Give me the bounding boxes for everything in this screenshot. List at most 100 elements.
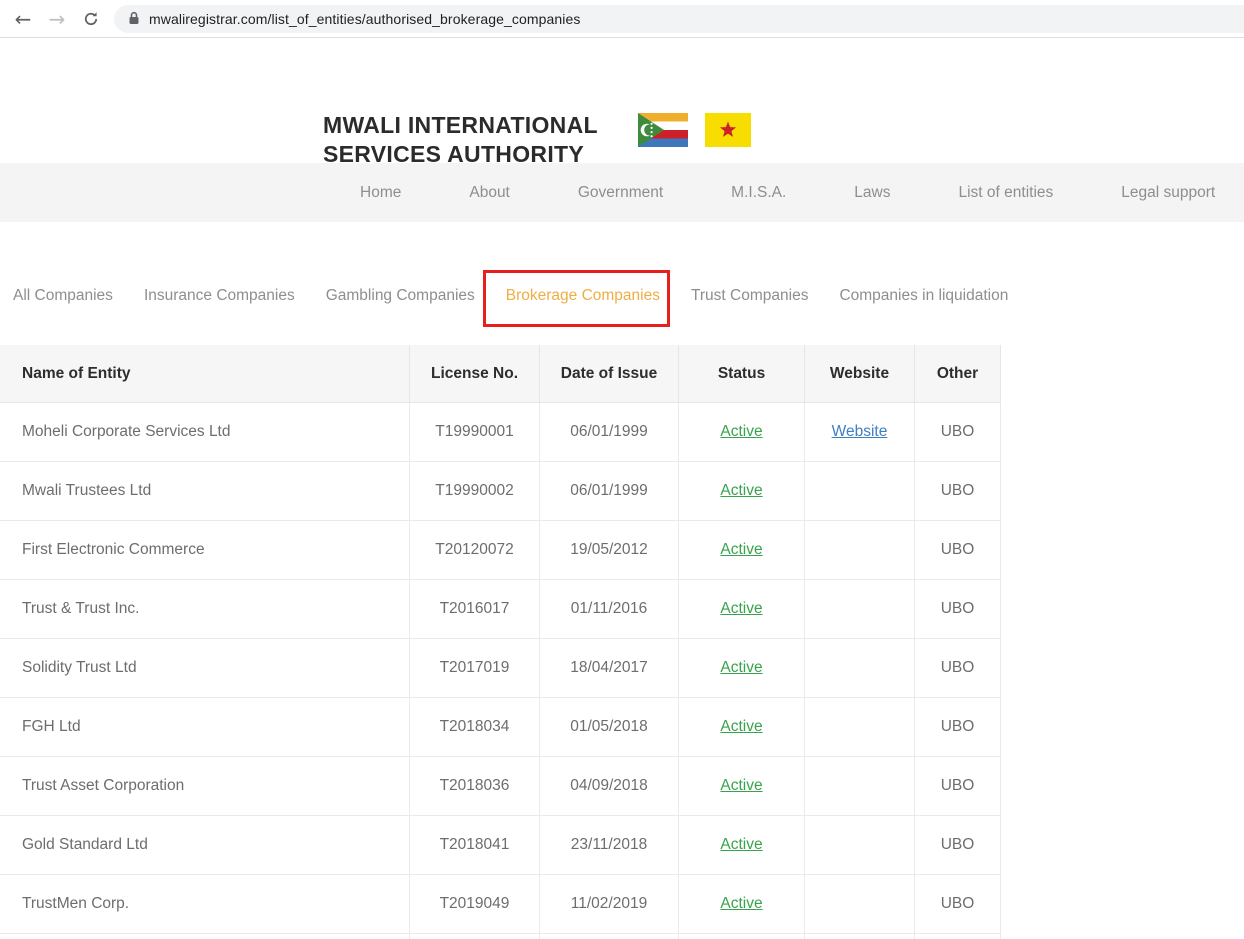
table-header-row: Name of EntityLicense No.Date of IssueSt… bbox=[0, 345, 1001, 403]
date-cell: 23/11/2018 bbox=[540, 816, 679, 875]
tab-brokerage-companies[interactable]: Brokerage Companies bbox=[496, 270, 670, 326]
status-link[interactable]: Active bbox=[720, 718, 762, 736]
license-cell: T2016017 bbox=[410, 580, 540, 639]
license-cell: T2018034 bbox=[410, 698, 540, 757]
date-cell: 06/01/1999 bbox=[540, 462, 679, 521]
site-title-line1: MWALI INTERNATIONAL bbox=[323, 111, 598, 140]
nav-item-list-of-entities[interactable]: List of entities bbox=[958, 184, 1053, 202]
nav-item-legal-support[interactable]: Legal support bbox=[1121, 184, 1215, 202]
date-cell: 19/05/2012 bbox=[540, 521, 679, 580]
date-cell: 11/02/2019 bbox=[540, 875, 679, 934]
ubo-cell: UBO bbox=[915, 757, 1001, 816]
ubo-cell: UBO bbox=[915, 816, 1001, 875]
status-link[interactable]: Active bbox=[720, 600, 762, 618]
empty-cell bbox=[679, 934, 805, 939]
status-link[interactable]: Active bbox=[720, 482, 762, 500]
tab-gambling-companies[interactable]: Gambling Companies bbox=[316, 270, 485, 326]
website-cell bbox=[805, 757, 915, 816]
nav-item-about[interactable]: About bbox=[469, 184, 510, 202]
status-cell: Active bbox=[679, 403, 805, 462]
website-link[interactable]: Website bbox=[832, 423, 888, 441]
status-cell: Active bbox=[679, 698, 805, 757]
url-bar[interactable]: mwaliregistrar.com/list_of_entities/auth… bbox=[114, 5, 1244, 33]
entity-name-cell: First Electronic Commerce bbox=[0, 521, 410, 580]
table-row: FGH LtdT201803401/05/2018ActiveUBO bbox=[0, 698, 1001, 757]
license-cell: T2017019 bbox=[410, 639, 540, 698]
license-cell: T20120072 bbox=[410, 521, 540, 580]
status-cell: Active bbox=[679, 816, 805, 875]
license-cell: T2018036 bbox=[410, 757, 540, 816]
ubo-cell: UBO bbox=[915, 521, 1001, 580]
entity-name-cell: Mwali Trustees Ltd bbox=[0, 462, 410, 521]
ubo-cell: UBO bbox=[915, 875, 1001, 934]
empty-cell bbox=[410, 934, 540, 939]
column-header-name-of-entity: Name of Entity bbox=[0, 345, 410, 403]
column-header-website: Website bbox=[805, 345, 915, 403]
website-cell bbox=[805, 462, 915, 521]
forward-icon[interactable]: → bbox=[46, 7, 68, 31]
date-cell: 01/11/2016 bbox=[540, 580, 679, 639]
column-header-other: Other bbox=[915, 345, 1001, 403]
license-cell: T19990002 bbox=[410, 462, 540, 521]
status-link[interactable]: Active bbox=[720, 541, 762, 559]
entity-tabs: All CompaniesInsurance CompaniesGambling… bbox=[3, 270, 1018, 326]
empty-cell bbox=[540, 934, 679, 939]
website-cell: Website bbox=[805, 403, 915, 462]
license-cell: T2018041 bbox=[410, 816, 540, 875]
entity-name-cell: Trust & Trust Inc. bbox=[0, 580, 410, 639]
status-cell: Active bbox=[679, 521, 805, 580]
tab-companies-in-liquidation[interactable]: Companies in liquidation bbox=[829, 270, 1018, 326]
tab-trust-companies[interactable]: Trust Companies bbox=[681, 270, 818, 326]
column-header-date-of-issue: Date of Issue bbox=[540, 345, 679, 403]
table-row-partial bbox=[0, 934, 1001, 939]
website-cell bbox=[805, 639, 915, 698]
lock-icon bbox=[128, 11, 140, 26]
website-cell bbox=[805, 698, 915, 757]
status-cell: Active bbox=[679, 757, 805, 816]
website-cell bbox=[805, 875, 915, 934]
table-row: Mwali Trustees LtdT1999000206/01/1999 Act… bbox=[0, 462, 1001, 521]
status-link[interactable]: Active bbox=[720, 423, 762, 441]
reload-icon[interactable] bbox=[80, 7, 102, 31]
ubo-cell: UBO bbox=[915, 580, 1001, 639]
table-row: Solidity Trust LtdT201701918/04/2017 Acti… bbox=[0, 639, 1001, 698]
date-cell: 18/04/2017 bbox=[540, 639, 679, 698]
table-row: Trust & Trust Inc.T201601701/11/2016 Acti… bbox=[0, 580, 1001, 639]
entity-name-cell: FGH Ltd bbox=[0, 698, 410, 757]
entity-name-cell: Solidity Trust Ltd bbox=[0, 639, 410, 698]
nav-item-m-i-s-a[interactable]: M.I.S.A. bbox=[731, 184, 786, 202]
nav-item-home[interactable]: Home bbox=[360, 184, 401, 202]
url-text: mwaliregistrar.com/list_of_entities/auth… bbox=[149, 11, 580, 27]
nav-item-government[interactable]: Government bbox=[578, 184, 663, 202]
tab-all-companies[interactable]: All Companies bbox=[3, 270, 123, 326]
website-cell bbox=[805, 816, 915, 875]
site-header: MWALI INTERNATIONAL SERVICES AUTHORITY bbox=[0, 39, 1244, 163]
status-cell: Active bbox=[679, 580, 805, 639]
status-link[interactable]: Active bbox=[720, 659, 762, 677]
table-row: First Electronic CommerceT2012007219/05/… bbox=[0, 521, 1001, 580]
column-header-status: Status bbox=[679, 345, 805, 403]
website-cell bbox=[805, 580, 915, 639]
status-link[interactable]: Active bbox=[720, 836, 762, 854]
column-header-license-no: License No. bbox=[410, 345, 540, 403]
table-row: Trust Asset CorporationT201803604/09/201… bbox=[0, 757, 1001, 816]
empty-cell bbox=[0, 934, 410, 939]
license-cell: T2019049 bbox=[410, 875, 540, 934]
tab-insurance-companies[interactable]: Insurance Companies bbox=[134, 270, 305, 326]
back-icon[interactable]: ← bbox=[12, 7, 34, 31]
ubo-cell: UBO bbox=[915, 639, 1001, 698]
status-cell: Active bbox=[679, 462, 805, 521]
status-link[interactable]: Active bbox=[720, 777, 762, 795]
status-link[interactable]: Active bbox=[720, 895, 762, 913]
mwali-flag-icon bbox=[705, 113, 751, 147]
date-cell: 06/01/1999 bbox=[540, 403, 679, 462]
entity-name-cell: Gold Standard Ltd bbox=[0, 816, 410, 875]
table-row: Gold Standard LtdT201804123/11/2018 Activ… bbox=[0, 816, 1001, 875]
entity-name-cell: Moheli Corporate Services Ltd bbox=[0, 403, 410, 462]
date-cell: 04/09/2018 bbox=[540, 757, 679, 816]
nav-item-laws[interactable]: Laws bbox=[854, 184, 890, 202]
date-cell: 01/05/2018 bbox=[540, 698, 679, 757]
entity-name-cell: TrustMen Corp. bbox=[0, 875, 410, 934]
entity-table: Name of EntityLicense No.Date of IssueSt… bbox=[0, 345, 1001, 939]
main-nav: Home About Government M.I.S.A. Laws List of e… bbox=[0, 163, 1244, 222]
